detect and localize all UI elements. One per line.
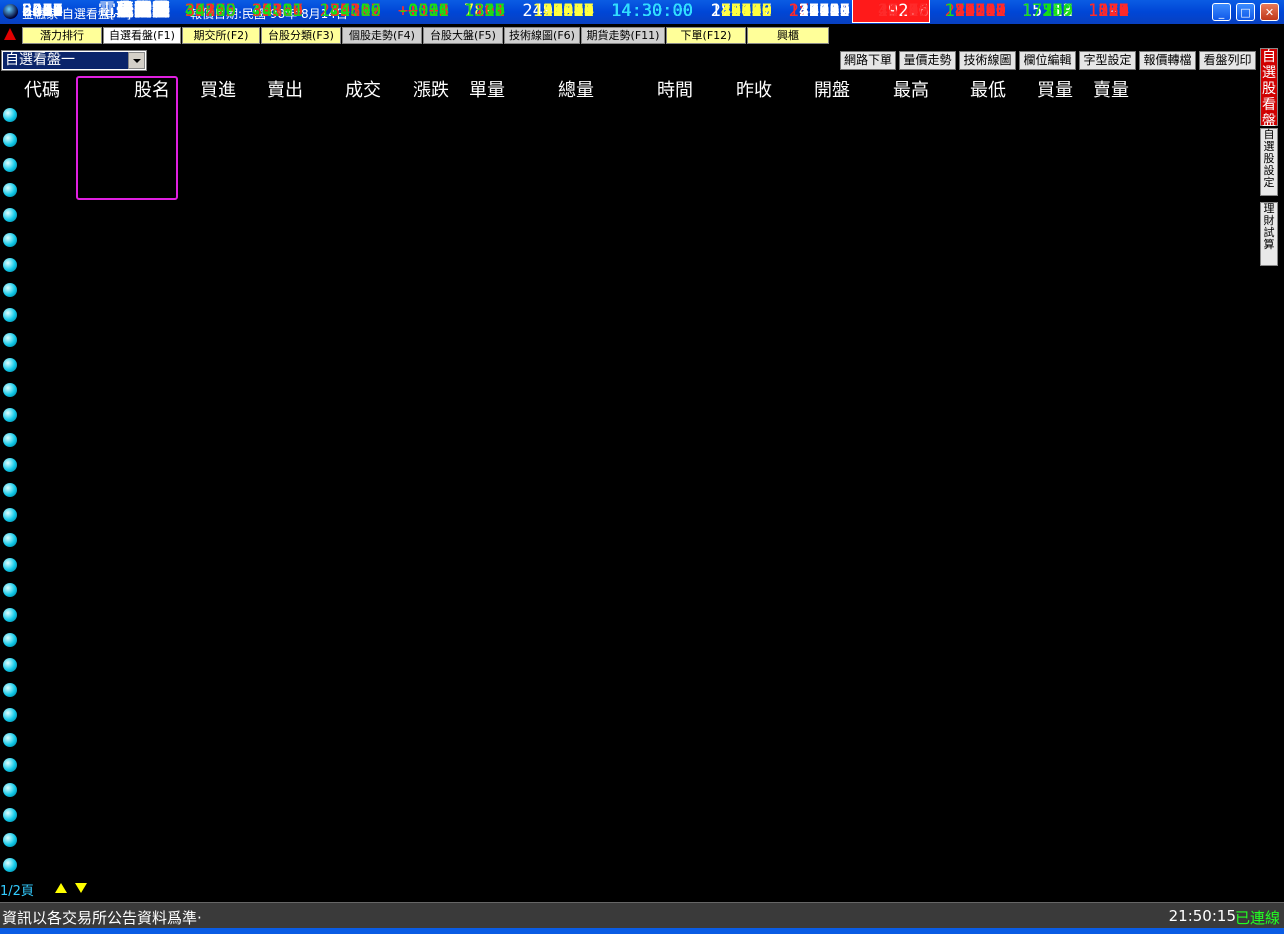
online-order-button[interactable]: 網路下單: [840, 51, 896, 70]
status-bar: 資訊以各交易所公告資料爲準‧ 21:50:15 已連線: [0, 902, 1284, 929]
cell-name[interactable]: 華映: [74, 0, 170, 22]
header-total-vol[interactable]: 總量: [508, 80, 594, 102]
row-status-icon[interactable]: [3, 833, 17, 847]
cell-ask[interactable]: 4.01: [241, 0, 303, 22]
row-status-icon[interactable]: [3, 408, 17, 422]
side-tab-watchlist[interactable]: 自選股看盤: [1260, 48, 1278, 129]
cell-code[interactable]: 2475: [22, 0, 72, 22]
tab-futures-exchange[interactable]: 期交所(F2): [182, 27, 260, 44]
cell-prev-close[interactable]: 4.10: [698, 0, 772, 22]
row-status-icon[interactable]: [3, 608, 17, 622]
window-bottom-border: [0, 928, 1284, 934]
tech-chart-button[interactable]: 技術線圖: [959, 51, 1016, 70]
header-prev-close[interactable]: 昨收: [698, 80, 772, 102]
header-open[interactable]: 開盤: [776, 80, 850, 102]
function-tab-bar: 潛力排行 自選看盤(F1) 期交所(F2) 台股分類(F3) 個股走勢(F4) …: [0, 24, 1284, 46]
row-status-icon[interactable]: [3, 758, 17, 772]
row-status-icon[interactable]: [3, 483, 17, 497]
cell-bid-vol[interactable]: 17759: [1011, 0, 1073, 22]
cell-time[interactable]: 14:30:00: [599, 0, 693, 22]
header-time[interactable]: 時間: [599, 80, 693, 102]
row-status-icon[interactable]: [3, 558, 17, 572]
page-indicator: 1/2頁: [0, 884, 34, 899]
tab-order[interactable]: 下單(F12): [666, 27, 746, 44]
font-settings-button[interactable]: 字型設定: [1079, 51, 1136, 70]
maximize-button[interactable]: □: [1236, 3, 1255, 21]
row-status-icon[interactable]: [3, 208, 17, 222]
cell-last[interactable]: 4.00: [307, 0, 381, 22]
header-bid[interactable]: 買進: [176, 80, 236, 102]
side-tab-watchlist-settings[interactable]: 自選股設定: [1260, 128, 1278, 196]
cell-bid[interactable]: 4.00: [176, 0, 236, 22]
row-status-icon[interactable]: [3, 333, 17, 347]
row-status-icon[interactable]: [3, 108, 17, 122]
row-status-icon[interactable]: [3, 583, 17, 597]
row-status-icon[interactable]: [3, 358, 17, 372]
row-status-icon[interactable]: [3, 508, 17, 522]
header-name[interactable]: 股名: [74, 80, 170, 102]
chevron-down-icon[interactable]: [128, 52, 145, 69]
row-status-icon[interactable]: [3, 658, 17, 672]
row-status-icon[interactable]: [3, 733, 17, 747]
tab-potential-ranking[interactable]: 潛力排行: [22, 27, 102, 44]
app-icon: [3, 4, 18, 19]
status-time: 21:50:15: [1168, 907, 1236, 925]
row-status-icon[interactable]: [3, 633, 17, 647]
cell-tick-vol[interactable]: 335: [453, 0, 505, 22]
cell-high[interactable]: 4.15: [855, 0, 929, 22]
header-low[interactable]: 最低: [932, 80, 1006, 102]
row-status-icon[interactable]: [3, 858, 17, 872]
row-status-icon[interactable]: [3, 283, 17, 297]
header-high[interactable]: 最高: [855, 80, 929, 102]
tab-futures-trend[interactable]: 期貨走勢(F11): [581, 27, 665, 44]
status-message: 資訊以各交易所公告資料爲準‧: [2, 909, 202, 927]
watchlist-select-value: 自選看盤一: [3, 52, 129, 69]
minimize-button[interactable]: _: [1212, 3, 1231, 21]
field-edit-button[interactable]: 欄位編輯: [1019, 51, 1076, 70]
row-status-icon[interactable]: [3, 258, 17, 272]
page-up-icon[interactable]: [55, 883, 67, 893]
row-status-icon[interactable]: [3, 308, 17, 322]
page-down-icon[interactable]: [75, 883, 87, 893]
tab-emerging[interactable]: 興櫃: [747, 27, 829, 44]
cell-total-vol[interactable]: 155373: [508, 0, 594, 22]
cell-low[interactable]: 4.00: [932, 0, 1006, 22]
row-status-icon[interactable]: [3, 133, 17, 147]
row-status-icon[interactable]: [3, 808, 17, 822]
row-status-icon[interactable]: [3, 533, 17, 547]
row-status-icon[interactable]: [3, 433, 17, 447]
header-tick-vol[interactable]: 單量: [453, 80, 505, 102]
print-button[interactable]: 看盤列印: [1199, 51, 1256, 70]
header-last[interactable]: 成交: [307, 80, 381, 102]
cell-ask-vol[interactable]: 173: [1075, 0, 1129, 22]
alert-triangle-icon[interactable]: [4, 28, 16, 40]
row-status-icon[interactable]: [3, 683, 17, 697]
connection-status: 已連線: [1234, 909, 1280, 927]
row-status-icon[interactable]: [3, 708, 17, 722]
side-tab-finance-calc[interactable]: 理財試算: [1260, 202, 1278, 266]
quote-export-button[interactable]: 報價轉檔: [1139, 51, 1196, 70]
tab-technical-chart[interactable]: 技術線圖(F6): [504, 27, 580, 44]
close-button[interactable]: ✕: [1260, 3, 1279, 21]
tab-watchlist[interactable]: 自選看盤(F1): [103, 27, 181, 44]
row-status-icon[interactable]: [3, 158, 17, 172]
header-ask[interactable]: 賣出: [241, 80, 303, 102]
row-status-icon[interactable]: [3, 183, 17, 197]
watchlist-select[interactable]: 自選看盤一: [1, 50, 147, 71]
header-change[interactable]: 漲跌: [385, 80, 449, 102]
header-bid-vol[interactable]: 買量: [1011, 80, 1073, 102]
cell-change[interactable]: -0.1: [385, 0, 449, 22]
tab-stock-trend[interactable]: 個股走勢(F4): [342, 27, 422, 44]
cell-open[interactable]: 4.15: [776, 0, 850, 22]
header-ask-vol[interactable]: 賣量: [1075, 80, 1129, 102]
row-status-icon[interactable]: [3, 233, 17, 247]
row-status-icon[interactable]: [3, 458, 17, 472]
tab-market-index[interactable]: 台股大盤(F5): [423, 27, 503, 44]
price-volume-button[interactable]: 量價走勢: [899, 51, 956, 70]
row-status-icon[interactable]: [3, 783, 17, 797]
row-status-icon[interactable]: [3, 383, 17, 397]
tab-stock-category[interactable]: 台股分類(F3): [261, 27, 341, 44]
